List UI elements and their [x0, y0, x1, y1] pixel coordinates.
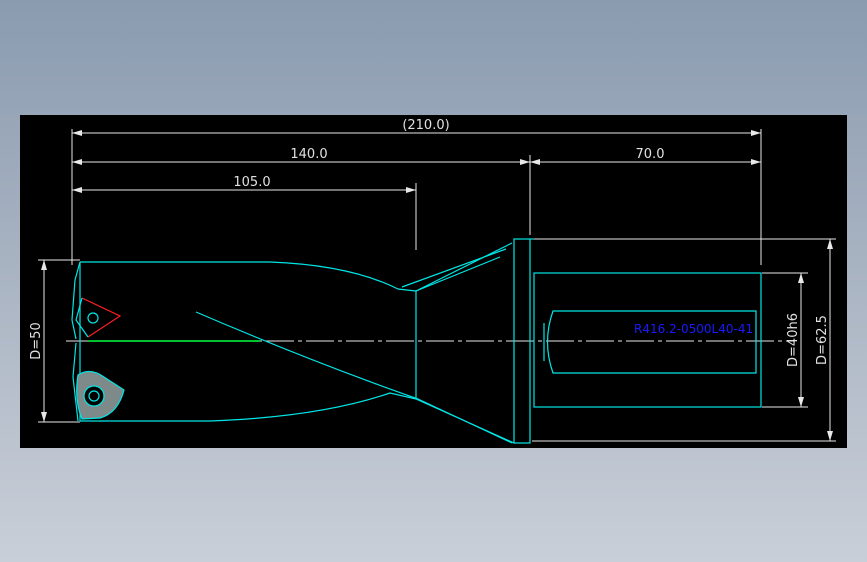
arrow-d625-bottom	[827, 431, 833, 441]
bottom-insert	[76, 370, 125, 420]
arrow-d625-top	[827, 239, 833, 249]
arrow-d50-top	[41, 260, 47, 270]
top-insert	[75, 297, 122, 338]
arrow-210-left	[72, 130, 82, 136]
taper-bottom	[415, 398, 515, 444]
dim-label-shank-diameter: D=40h6	[786, 313, 801, 367]
shank-flat	[546, 310, 757, 374]
taper-top-outer	[415, 242, 513, 292]
arrow-70-left	[530, 159, 540, 165]
arrow-d50-bottom	[41, 412, 47, 422]
dim-label-overall: (210.0)	[402, 118, 449, 133]
arrow-140-right	[520, 159, 530, 165]
arrow-70-right	[751, 159, 761, 165]
arrow-105-left	[72, 187, 82, 193]
bottom-insert-screw	[88, 390, 100, 402]
dim-label-shank: 70.0	[636, 147, 665, 162]
cad-viewport[interactable]: (210.0) 140.0 70.0 105.0 D=50 D=40h6 D=6…	[20, 115, 847, 448]
drill-body-top-flute	[80, 261, 417, 292]
arrow-140-left	[72, 159, 82, 165]
part-number-label: R416.2-0500L40-41	[634, 322, 753, 336]
arrow-210-right	[751, 130, 761, 136]
drill-drawing: (210.0) 140.0 70.0 105.0 D=50 D=40h6 D=6…	[29, 118, 836, 444]
dim-label-drill-diameter: D=50	[29, 322, 44, 359]
arrow-d40-top	[798, 273, 804, 283]
dim-label-flange-diameter: D=62.5	[815, 315, 830, 365]
arrow-105-right	[406, 187, 416, 193]
taper-top-groove	[415, 256, 501, 292]
arrow-d40-bottom	[798, 397, 804, 407]
dim-label-depth: 105.0	[233, 175, 270, 190]
dim-label-body: 140.0	[290, 147, 327, 162]
drill-tip-top	[71, 261, 81, 340]
drill-body-bottom-flute	[80, 392, 417, 422]
top-insert-cyan-edge	[75, 297, 89, 338]
flute-helix-line	[195, 311, 513, 444]
taper-top-inner	[401, 248, 507, 288]
shank	[533, 272, 762, 408]
top-insert-screw	[87, 312, 99, 324]
